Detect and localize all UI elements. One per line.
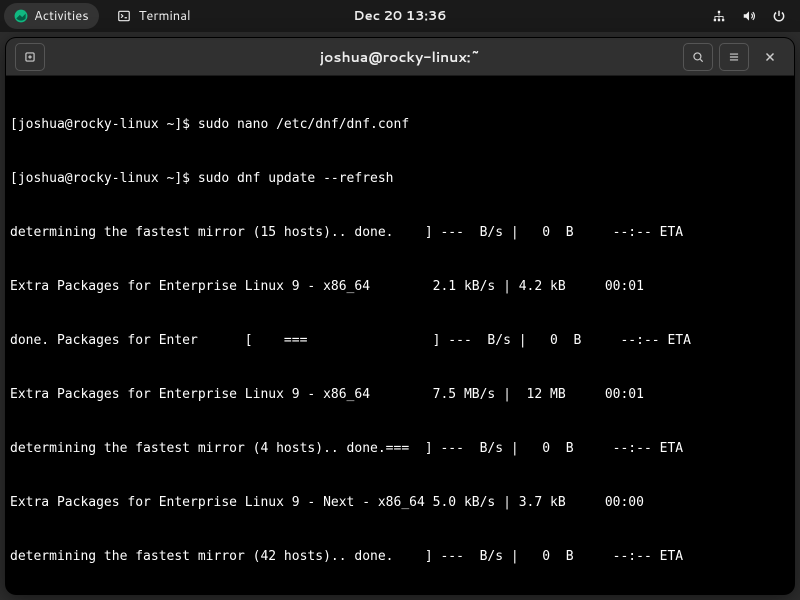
rocky-icon [14,9,28,23]
network-icon [712,9,726,23]
prompt: [joshua@rocky-linux ~]$ [10,171,198,186]
output-line: Extra Packages for Enterprise Linux 9 - … [10,494,790,512]
activities-button[interactable]: Activities [4,3,99,29]
command-1: sudo nano /etc/dnf/dnf.conf [198,117,409,132]
close-button[interactable] [755,43,785,71]
panel-app-label: Terminal [139,7,191,25]
window-title: joshua@rocky-linux:~ [320,47,480,67]
command-2: sudo dnf update --refresh [198,171,394,186]
search-button[interactable] [683,43,713,71]
search-icon [691,50,705,64]
system-tray[interactable] [712,9,796,23]
titlebar: joshua@rocky-linux:~ [6,38,794,76]
gnome-top-bar: Activities Terminal Dec 20 13:36 [0,0,800,32]
new-tab-button[interactable] [15,43,45,71]
output-line: determining the fastest mirror (15 hosts… [10,224,790,242]
terminal-icon [117,9,131,23]
terminal-window: joshua@rocky-linux:~ [joshua@rocky-linux… [6,38,794,594]
prompt: [joshua@rocky-linux ~]$ [10,117,198,132]
new-tab-icon [23,50,37,64]
activities-label: Activities [34,7,89,25]
close-icon [763,50,777,64]
terminal-content[interactable]: [joshua@rocky-linux ~]$ sudo nano /etc/d… [6,76,794,594]
volume-icon [742,9,756,23]
output-line: determining the fastest mirror (42 hosts… [10,548,790,566]
output-line: Extra Packages for Enterprise Linux 9 - … [10,386,790,404]
clock[interactable]: Dec 20 13:36 [353,7,446,25]
menu-button[interactable] [719,43,749,71]
power-icon [772,9,786,23]
panel-app-menu[interactable]: Terminal [117,7,191,25]
hamburger-icon [727,50,741,64]
output-line: Extra Packages for Enterprise Linux 9 - … [10,278,790,296]
output-line: determining the fastest mirror (4 hosts)… [10,440,790,458]
output-line: done. Packages for Enter [ === ] --- B/s… [10,332,790,350]
